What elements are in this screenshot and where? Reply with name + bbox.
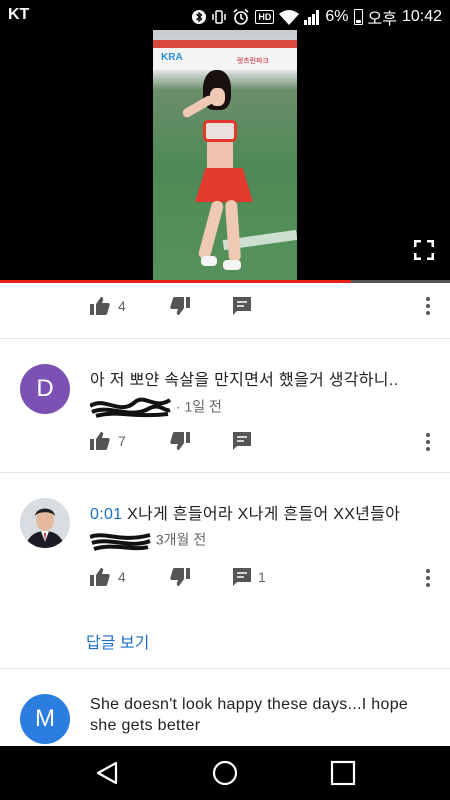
banner-logo: KRA [161, 52, 183, 63]
comment-actions: 4 [88, 294, 438, 318]
more-options-icon[interactable] [425, 296, 431, 316]
divider [0, 472, 450, 473]
vibrate-icon [212, 10, 227, 24]
divider [0, 338, 450, 339]
comment-time: 3개월 전 [155, 531, 207, 548]
more-options-icon[interactable] [425, 432, 431, 452]
alarm-icon [233, 8, 249, 25]
dislike-icon[interactable] [168, 429, 192, 453]
status-bar: KT HD 6% 오후 10:42 [0, 0, 450, 30]
comment-meta: 3개월 전 [90, 529, 206, 553]
time-ampm: 오후 [367, 11, 397, 28]
home-icon[interactable] [212, 760, 238, 786]
comment-body: X나게 흔들어라 X나게 흔들어 XX년들아 [127, 506, 401, 523]
dislike-icon[interactable] [168, 565, 192, 589]
video-progress-fill [0, 280, 351, 283]
avatar[interactable] [20, 498, 70, 548]
like-icon[interactable] [88, 565, 112, 589]
wifi-icon [279, 10, 300, 25]
reply-icon[interactable] [230, 294, 254, 318]
comment-line: she gets better [90, 717, 201, 734]
comment-line: She doesn't look happy these days...I ho… [90, 696, 409, 713]
video-frame: KRA 렛츠런파크 [153, 30, 297, 282]
comment-meta: · 1일 전 [90, 394, 222, 422]
dislike-icon[interactable] [168, 294, 192, 318]
comment-actions: 7 [88, 429, 438, 453]
reply-icon[interactable] [230, 565, 254, 589]
clock: 10:42 [401, 8, 442, 25]
redacted-author [90, 397, 172, 418]
like-count: 7 [118, 433, 126, 449]
comment-time: 1일 전 [184, 398, 222, 415]
banner-sub: 렛츠런파크 [236, 58, 269, 65]
signal-icon [304, 10, 320, 25]
like-icon[interactable] [88, 429, 112, 453]
video-player[interactable]: KRA 렛츠런파크 [0, 30, 450, 282]
fullscreen-icon[interactable] [414, 240, 434, 260]
carrier-label: KT [8, 6, 30, 23]
hd-icon: HD [255, 10, 275, 24]
like-icon[interactable] [88, 294, 112, 318]
reply-icon[interactable] [230, 429, 254, 453]
bluetooth-icon [192, 10, 207, 24]
comment-text: 아 저 뽀얀 속살을 만지면서 했을거 생각하니.. [90, 372, 399, 389]
timestamp-link[interactable]: 0:01 [90, 506, 122, 523]
reply-count: 1 [258, 569, 266, 585]
system-nav-bar [0, 746, 450, 800]
battery-percent: 6% [325, 8, 349, 25]
redacted-author [90, 533, 151, 551]
profile-photo [20, 498, 70, 548]
comment-actions: 4 1 [88, 565, 438, 589]
divider [0, 668, 450, 669]
comment-text: 0:01 X나게 흔들어라 X나게 흔들어 XX년들아 [90, 500, 400, 524]
battery-icon [353, 9, 363, 25]
like-count: 4 [118, 298, 126, 314]
view-replies-link[interactable]: 답글 보기 [86, 629, 149, 653]
like-count: 4 [118, 569, 126, 585]
avatar[interactable]: D [20, 364, 70, 414]
video-progress-bar[interactable] [0, 280, 450, 283]
recents-icon[interactable] [330, 760, 356, 786]
more-options-icon[interactable] [425, 568, 431, 588]
avatar[interactable]: M [20, 694, 70, 744]
status-icons: HD 6% 오후 10:42 [192, 5, 442, 29]
stadium-banner: KRA 렛츠런파크 [153, 40, 297, 70]
back-icon[interactable] [94, 760, 120, 786]
comment-text: She doesn't look happy these days...I ho… [90, 696, 408, 735]
